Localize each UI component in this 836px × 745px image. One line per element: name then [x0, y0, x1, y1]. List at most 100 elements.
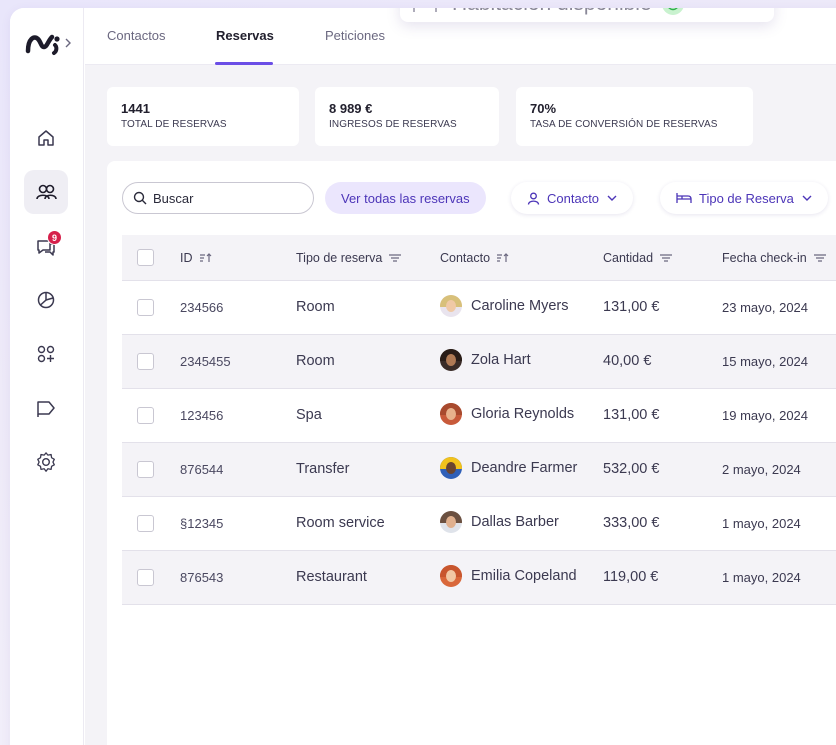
cell-fecha: 1 mayo, 2024: [722, 570, 801, 585]
column-header-fecha[interactable]: Fecha check-in: [722, 251, 827, 265]
contact-filter-dropdown[interactable]: Contacto: [511, 182, 634, 214]
tab-peticiones[interactable]: Peticiones: [325, 28, 385, 43]
cell-cantidad: 532,00 €: [603, 461, 660, 477]
avatar: [440, 295, 462, 317]
view-all-button[interactable]: Ver todas las reservas: [325, 182, 486, 214]
table-row[interactable]: 123456 Spa Gloria Reynolds 131,00 € 19 m…: [122, 389, 836, 443]
cell-contacto[interactable]: Zola Hart: [440, 349, 531, 371]
user-icon: [527, 192, 540, 205]
table-row[interactable]: §12345 Room service Dallas Barber 333,00…: [122, 497, 836, 551]
cell-fecha: 15 mayo, 2024: [722, 354, 809, 369]
cell-tipo: Room: [296, 353, 335, 369]
stat-card-total: 1441 TOTAL DE RESERVAS: [107, 87, 299, 146]
table-row[interactable]: 876543 Restaurant Emilia Copeland 119,00…: [122, 551, 836, 605]
notification-toast: Habitación disponible: [400, 8, 774, 22]
app-window: 9 Contactos Reservas Peticiones 1441 TOT…: [10, 8, 836, 745]
logo-icon: [25, 34, 60, 55]
cell-fecha: 1 mayo, 2024: [722, 516, 801, 531]
select-all-checkbox[interactable]: [137, 249, 154, 266]
chevron-down-icon: [802, 195, 812, 201]
cell-contacto[interactable]: Deandre Farmer: [440, 457, 577, 479]
avatar: [440, 511, 462, 533]
avatar: [440, 457, 462, 479]
cell-contacto[interactable]: Caroline Myers: [440, 295, 569, 317]
chevron-right-icon[interactable]: [64, 38, 72, 48]
cell-fecha: 2 mayo, 2024: [722, 462, 801, 477]
cell-tipo: Restaurant: [296, 569, 367, 585]
check-icon: [661, 8, 684, 15]
cell-fecha: 23 mayo, 2024: [722, 300, 809, 315]
type-filter-dropdown[interactable]: Tipo de Reserva: [660, 182, 828, 214]
active-tab-indicator: [215, 62, 273, 65]
cell-cantidad: 119,00 €: [603, 569, 659, 585]
row-checkbox[interactable]: [137, 407, 154, 424]
cell-contacto[interactable]: Emilia Copeland: [440, 565, 577, 587]
sidebar-item-contacts[interactable]: [24, 170, 68, 214]
avatar: [440, 403, 462, 425]
cell-cantidad: 40,00 €: [603, 353, 652, 369]
sort-asc-icon: [199, 253, 211, 262]
row-checkbox[interactable]: [137, 299, 154, 316]
tab-contactos[interactable]: Contactos: [107, 28, 166, 43]
cell-id: 2345455: [180, 354, 231, 369]
notification-badge: 9: [47, 230, 62, 245]
row-checkbox[interactable]: [137, 353, 154, 370]
cell-fecha: 19 mayo, 2024: [722, 408, 809, 423]
sort-asc-icon: [497, 253, 509, 262]
tab-reservas[interactable]: Reservas: [216, 28, 274, 43]
sidebar-item-reports[interactable]: [24, 278, 68, 322]
cell-cantidad: 131,00 €: [603, 407, 660, 423]
table-row[interactable]: 234566 Room Caroline Myers 131,00 € 23 m…: [122, 281, 836, 335]
column-header-tipo[interactable]: Tipo de reserva: [296, 251, 402, 265]
stat-card-conversion: 70% TASA DE CONVERSIÓN DE RESERVAS: [516, 87, 753, 146]
sidebar-item-home[interactable]: [24, 116, 68, 160]
sidebar-item-campaigns[interactable]: [24, 386, 68, 430]
cell-tipo: Spa: [296, 407, 322, 423]
cell-id: §12345: [180, 516, 224, 531]
cell-contacto[interactable]: Dallas Barber: [440, 511, 559, 533]
cell-id: 876544: [180, 462, 224, 477]
bed-icon: [676, 193, 692, 203]
column-header-contacto[interactable]: Contacto: [440, 251, 510, 265]
avatar: [440, 349, 462, 371]
filter-lines-icon: [813, 254, 826, 262]
sidebar-item-settings[interactable]: [24, 440, 68, 484]
reservations-panel: Buscar Ver todas las reservas Contacto T…: [107, 161, 836, 745]
cell-id: 234566: [180, 300, 224, 315]
cell-cantidad: 333,00 €: [603, 515, 660, 531]
row-checkbox[interactable]: [137, 515, 154, 532]
table-row[interactable]: 2345455 Room Zola Hart 40,00 € 15 mayo, …: [122, 335, 836, 389]
cell-id: 876543: [180, 570, 224, 585]
cell-tipo: Room service: [296, 515, 385, 531]
stat-value: 70%: [530, 101, 557, 116]
column-header-id[interactable]: ID: [180, 251, 213, 265]
column-header-cantidad[interactable]: Cantidad: [603, 251, 673, 265]
type-filter-label: Tipo de Reserva: [699, 190, 794, 206]
row-checkbox[interactable]: [137, 569, 154, 586]
toast-message: Habitación disponible: [452, 8, 652, 16]
settings-icon: [37, 452, 55, 472]
cell-cantidad: 131,00 €: [603, 299, 660, 315]
cell-contacto[interactable]: Gloria Reynolds: [440, 403, 574, 425]
stat-value: 1441: [121, 101, 150, 116]
table-header: ID Tipo de reserva Contacto Cantidad Fec…: [122, 235, 836, 281]
search-input[interactable]: Buscar: [122, 182, 314, 214]
avatar: [440, 565, 462, 587]
sidebar-item-messages[interactable]: 9: [24, 224, 68, 268]
cell-id: 123456: [180, 408, 224, 423]
pie-chart-icon: [37, 291, 55, 309]
stat-label: TOTAL DE RESERVAS: [121, 119, 227, 130]
apps-icon: [37, 345, 55, 363]
contact-filter-label: Contacto: [547, 190, 600, 206]
table-row[interactable]: 876544 Transfer Deandre Farmer 532,00 € …: [122, 443, 836, 497]
search-icon: [133, 191, 147, 205]
row-checkbox[interactable]: [137, 461, 154, 478]
filter-lines-icon: [660, 254, 673, 262]
sidebar-item-apps[interactable]: [24, 332, 68, 376]
search-placeholder: Buscar: [153, 190, 194, 206]
filter-lines-icon: [389, 254, 402, 262]
logo[interactable]: [24, 28, 76, 58]
cell-tipo: Transfer: [296, 461, 350, 477]
stat-value: 8 989 €: [329, 101, 373, 116]
cell-tipo: Room: [296, 299, 335, 315]
